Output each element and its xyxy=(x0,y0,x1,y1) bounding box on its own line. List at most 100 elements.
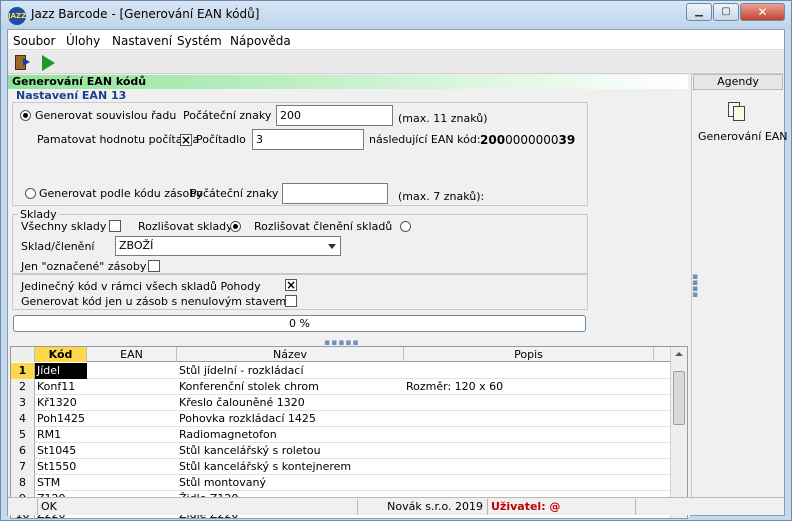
row-number[interactable]: 2 xyxy=(11,379,35,395)
col-header-popis[interactable]: Popis xyxy=(404,347,654,362)
grid-scrollbar[interactable] xyxy=(670,347,687,518)
only-marked-checkbox[interactable] xyxy=(148,260,160,272)
cell-popis[interactable] xyxy=(404,411,654,427)
table-row[interactable]: 4 Poh1425 Pohovka rozkládací 1425 xyxy=(11,411,671,427)
start-chars2-input[interactable] xyxy=(282,183,388,204)
remember-counter-checkbox[interactable]: × xyxy=(180,134,192,146)
title-bar[interactable]: JAZZ Jazz Barcode - [Generování EAN kódů… xyxy=(1,1,791,29)
agenda-item-label[interactable]: Generování EAN xyxy=(698,130,788,143)
row-number[interactable]: 5 xyxy=(11,427,35,443)
cell-ean[interactable] xyxy=(87,363,177,379)
counter-input[interactable]: 3 xyxy=(252,129,364,150)
cell-popis[interactable] xyxy=(404,395,654,411)
cell-ean[interactable] xyxy=(87,459,177,475)
unique-code-checkbox[interactable]: × xyxy=(285,279,297,291)
radio-distinguish-stores[interactable] xyxy=(230,221,241,232)
cell-kod[interactable]: Poh1425 xyxy=(35,411,87,427)
only-marked-label: Jen "označené" zásoby xyxy=(21,260,147,273)
cell-nazev[interactable]: Radiomagnetofon xyxy=(177,427,404,443)
radio-distinguish-divisions[interactable] xyxy=(400,221,411,232)
exit-button[interactable] xyxy=(11,53,33,72)
next-ean-value: 200000000039 xyxy=(480,133,575,147)
row-number[interactable]: 4 xyxy=(11,411,35,427)
cell-popis[interactable]: Rozměr: 120 x 60 xyxy=(404,379,654,395)
row-number[interactable]: 8 xyxy=(11,475,35,491)
all-stores-checkbox[interactable] xyxy=(109,220,121,232)
table-row[interactable]: 1 Jídel Stůl jídelní - rozkládací xyxy=(11,363,671,379)
app-logo-icon: JAZZ xyxy=(8,7,26,25)
agendy-title: Agendy xyxy=(693,74,783,90)
cell-ean[interactable] xyxy=(87,443,177,459)
cell-ean[interactable] xyxy=(87,411,177,427)
table-row[interactable]: 5 RM1 Radiomagnetofon xyxy=(11,427,671,443)
menu-bar: Soubor Úlohy Nastavení Systém Nápověda xyxy=(8,30,784,50)
next-ean-label: následující EAN kód: xyxy=(369,133,481,146)
maximize-button[interactable]: ▢ xyxy=(713,3,739,21)
cell-ean[interactable] xyxy=(87,395,177,411)
cell-popis[interactable] xyxy=(404,443,654,459)
scroll-thumb[interactable] xyxy=(673,371,685,425)
nonzero-only-checkbox[interactable] xyxy=(285,295,297,307)
cell-popis[interactable] xyxy=(404,363,654,379)
row-number[interactable]: 3 xyxy=(11,395,35,411)
window-title: Jazz Barcode - [Generování EAN kódů] xyxy=(31,7,260,21)
cell-nazev[interactable]: Stůl montovaný xyxy=(177,475,404,491)
menu-ulohy[interactable]: Úlohy xyxy=(66,34,100,48)
cell-nazev[interactable]: Pohovka rozkládací 1425 xyxy=(177,411,404,427)
col-header-ean[interactable]: EAN xyxy=(87,347,177,362)
col-header-nazev[interactable]: Název xyxy=(177,347,404,362)
cell-kod[interactable]: St1550 xyxy=(35,459,87,475)
section-title-ean13: Nastavení EAN 13 xyxy=(16,89,127,102)
cell-nazev[interactable]: Stůl jídelní - rozkládací xyxy=(177,363,404,379)
run-button[interactable] xyxy=(37,53,59,72)
cell-popis[interactable] xyxy=(404,459,654,475)
table-row[interactable]: 8 STM Stůl montovaný xyxy=(11,475,671,491)
all-stores-label: Všechny sklady xyxy=(21,220,107,233)
start-chars-input[interactable]: 200 xyxy=(276,105,393,126)
row-number[interactable]: 7 xyxy=(11,459,35,475)
cell-kod[interactable]: STM xyxy=(35,475,87,491)
menu-soubor[interactable]: Soubor xyxy=(13,34,55,48)
documents-icon[interactable] xyxy=(728,102,746,122)
table-row[interactable]: 3 Kř1320 Křeslo čalouněné 1320 xyxy=(11,395,671,411)
row-number[interactable]: 1 xyxy=(11,363,35,379)
store-select-value: ZBOŽÍ xyxy=(119,239,154,252)
table-row[interactable]: 6 St1045 Stůl kancelářský s roletou xyxy=(11,443,671,459)
exit-arrow-icon xyxy=(23,58,30,66)
next-ean-middle: 0000000 xyxy=(505,133,559,147)
cell-kod[interactable]: St1045 xyxy=(35,443,87,459)
cell-ean[interactable] xyxy=(87,427,177,443)
col-header-kod[interactable]: Kód xyxy=(35,347,87,362)
menu-system[interactable]: Systém xyxy=(177,34,222,48)
distinguish-divisions-label: Rozlišovat členění skladů xyxy=(254,220,393,233)
radio-sequence[interactable] xyxy=(20,110,31,121)
table-row[interactable]: 2 Konf11 Konferenční stolek chrom Rozměr: 1… xyxy=(11,379,671,395)
radio-by-code[interactable] xyxy=(25,188,36,199)
scroll-up-icon[interactable] xyxy=(675,352,683,356)
row-number[interactable]: 6 xyxy=(11,443,35,459)
cell-popis[interactable] xyxy=(404,475,654,491)
start-chars-label: Počáteční znaky xyxy=(183,109,272,122)
menu-nastaveni[interactable]: Nastavení xyxy=(112,34,172,48)
radio-sequence-label: Generovat souvislou řadu xyxy=(35,109,177,122)
cell-kod[interactable]: RM1 xyxy=(35,427,87,443)
agendy-splitter-grip[interactable]: ▪ ▪ ▪ ▪ xyxy=(692,273,698,300)
cell-nazev[interactable]: Konferenční stolek chrom xyxy=(177,379,404,395)
next-ean-prefix: 200 xyxy=(480,133,506,147)
status-bar: OK Novák s.r.o. 2019 Uživatel: @ xyxy=(8,497,784,515)
minimize-button[interactable]: ▁ xyxy=(686,3,712,21)
agendy-pane: Agendy Generování EAN ▪ ▪ ▪ ▪ xyxy=(691,74,788,497)
close-button[interactable]: ✕ xyxy=(740,3,785,21)
cell-nazev[interactable]: Křeslo čalouněné 1320 xyxy=(177,395,404,411)
cell-popis[interactable] xyxy=(404,427,654,443)
cell-ean[interactable] xyxy=(87,379,177,395)
cell-nazev[interactable]: Stůl kancelářský s roletou xyxy=(177,443,404,459)
cell-kod[interactable]: Kř1320 xyxy=(35,395,87,411)
cell-kod[interactable]: Konf11 xyxy=(35,379,87,395)
cell-ean[interactable] xyxy=(87,475,177,491)
table-row[interactable]: 7 St1550 Stůl kancelářský s kontejnerem xyxy=(11,459,671,475)
cell-nazev[interactable]: Stůl kancelářský s kontejnerem xyxy=(177,459,404,475)
cell-kod[interactable]: Jídel xyxy=(35,363,87,379)
store-select[interactable]: ZBOŽÍ xyxy=(115,236,341,256)
menu-napoveda[interactable]: Nápověda xyxy=(230,34,291,48)
